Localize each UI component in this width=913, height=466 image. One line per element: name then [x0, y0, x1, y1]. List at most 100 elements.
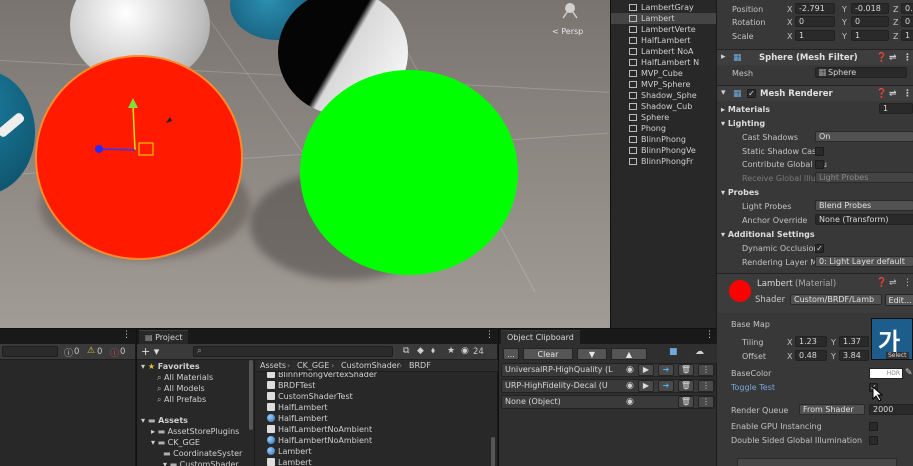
- preset-icon[interactable]: ⇌: [889, 86, 897, 102]
- hierarchy-item[interactable]: LambertVerte: [611, 24, 716, 35]
- assets-header[interactable]: ▾ ▬ Assets: [141, 415, 188, 426]
- axis-x-label[interactable]: X: [787, 350, 792, 363]
- play-icon[interactable]: ▶: [638, 380, 654, 392]
- hierarchy-item[interactable]: LambertGray: [611, 2, 716, 13]
- context-menu-icon[interactable]: ⋮: [903, 86, 912, 102]
- hierarchy-item[interactable]: MVP_Cube: [611, 68, 716, 79]
- render-queue-dropdown[interactable]: From Shader: [799, 404, 865, 415]
- axis-z-label[interactable]: Z: [893, 16, 898, 29]
- file-item[interactable]: BlinnPhongVertexShader: [267, 372, 377, 380]
- double-sided-gi-checkbox[interactable]: [869, 436, 878, 445]
- error-icon[interactable]: ⓘ: [110, 346, 119, 359]
- tiling-x-field[interactable]: 1.23: [795, 336, 827, 347]
- tiling-y-field[interactable]: 1.37: [839, 336, 869, 347]
- collapse-arrow-icon[interactable]: ▾: [721, 85, 726, 101]
- lighting-foldout[interactable]: ▾ Lighting: [721, 117, 765, 130]
- offset-y-field[interactable]: 3.84: [839, 350, 869, 361]
- materials-count-field[interactable]: 1: [879, 103, 913, 114]
- clipboard-entry[interactable]: URP-HighFidelity-Decal (U ◉ ▶ ➔ 🗑 ⋮: [501, 379, 715, 393]
- position-z-field[interactable]: 0.68: [901, 3, 913, 14]
- file-item[interactable]: HalfLambertNoAmbient: [267, 435, 372, 446]
- help-icon[interactable]: ❓: [876, 278, 887, 288]
- tree-folder-item[interactable]: ▸ ▬ AssetStorePlugins: [151, 426, 239, 437]
- gpu-instancing-checkbox[interactable]: [869, 422, 878, 431]
- label-filter-icon[interactable]: ◆: [417, 346, 424, 356]
- file-item[interactable]: HalfLambert: [267, 413, 328, 424]
- axis-y-label[interactable]: Y: [831, 350, 836, 363]
- hierarchy-item[interactable]: BlinnPhongVe: [611, 145, 716, 156]
- preset-icon[interactable]: ⇌: [889, 278, 897, 288]
- axis-x-label[interactable]: X: [787, 30, 792, 43]
- axis-x-label[interactable]: X: [787, 3, 792, 16]
- materials-row[interactable]: ▸ Materials 1: [717, 103, 913, 116]
- axis-x-label[interactable]: X: [787, 336, 792, 349]
- render-queue-field[interactable]: 2000: [869, 404, 913, 415]
- axis-y-label[interactable]: Y: [842, 30, 847, 43]
- axis-y-label[interactable]: Y: [842, 16, 847, 29]
- file-item[interactable]: Lambert: [267, 446, 312, 457]
- hidden-packages-icon[interactable]: ◉: [461, 346, 469, 356]
- camera-icon[interactable]: ■: [669, 347, 678, 357]
- ping-icon[interactable]: ➔: [658, 364, 674, 376]
- green-sphere[interactable]: [300, 70, 518, 275]
- rotation-x-field[interactable]: 0: [795, 16, 835, 27]
- mesh-field[interactable]: Sphere: [815, 67, 907, 78]
- axis-z-label[interactable]: Z: [893, 3, 898, 16]
- move-gizmo[interactable]: [90, 95, 180, 165]
- axis-z-label[interactable]: Z: [893, 30, 898, 43]
- context-menu-icon[interactable]: ⋮: [705, 330, 714, 340]
- menu-icon[interactable]: ⋮: [698, 364, 714, 376]
- hierarchy-item[interactable]: HalfLambert N: [611, 57, 716, 68]
- breadcrumb-item[interactable]: CustomShader: [341, 360, 400, 371]
- file-item[interactable]: CustomShaderTest: [267, 391, 353, 402]
- file-item[interactable]: HalfLambert: [267, 402, 328, 413]
- ping-icon[interactable]: ➔: [658, 380, 674, 392]
- tree-folder-item[interactable]: ▬ CoordinateSyster: [163, 448, 242, 459]
- edit-shader-button[interactable]: Edit...: [885, 294, 913, 306]
- hierarchy-item[interactable]: Phong: [611, 123, 716, 134]
- hierarchy-item[interactable]: Lambert: [611, 13, 716, 24]
- scale-y-field[interactable]: 1: [851, 30, 889, 41]
- light-probes-dropdown[interactable]: Blend Probes: [815, 200, 913, 211]
- base-color-swatch[interactable]: HDR: [869, 368, 903, 379]
- add-component-button[interactable]: [737, 458, 897, 466]
- additional-settings-row[interactable]: ▾ Additional Settings: [717, 228, 913, 241]
- mesh-renderer-enabled-checkbox[interactable]: ✓: [747, 89, 756, 98]
- dynamic-occlusion-checkbox[interactable]: ✓: [815, 244, 824, 253]
- tree-scrollbar[interactable]: [249, 360, 253, 430]
- hierarchy-item[interactable]: MVP_Sphere: [611, 79, 716, 90]
- file-item[interactable]: BRDFTest: [267, 380, 315, 391]
- rotation-z-field[interactable]: 0: [901, 16, 913, 27]
- contribute-gi-checkbox[interactable]: [815, 160, 824, 169]
- breadcrumb-item[interactable]: BRDF: [409, 360, 431, 371]
- hierarchy-item[interactable]: BlinnPhong: [611, 134, 716, 145]
- clipboard-entry[interactable]: None (Object) ◉ 🗑 ⋮: [501, 395, 715, 409]
- additional-settings-foldout[interactable]: ▾ Additional Settings: [721, 228, 815, 241]
- delete-icon[interactable]: 🗑: [678, 396, 694, 408]
- shader-dropdown[interactable]: Custom/BRDF/Lamb: [790, 294, 882, 305]
- hierarchy-item[interactable]: Sphere: [611, 112, 716, 123]
- position-y-field[interactable]: -0.018: [851, 3, 889, 14]
- cast-shadows-dropdown[interactable]: On: [815, 131, 913, 142]
- move-up-button[interactable]: ▲: [611, 348, 647, 360]
- delete-icon[interactable]: 🗑: [678, 364, 694, 376]
- file-scrollbar[interactable]: [491, 437, 495, 466]
- axis-y-label[interactable]: Y: [842, 3, 847, 16]
- breadcrumb-item[interactable]: Assets: [260, 360, 286, 371]
- scale-z-field[interactable]: 1: [901, 30, 913, 41]
- object-picker-icon[interactable]: ◉: [626, 365, 634, 375]
- clipboard-entry[interactable]: UniversalRP-HighQuality (L ◉ ▶ ➔ 🗑 ⋮: [501, 363, 715, 377]
- delete-icon[interactable]: 🗑: [678, 380, 694, 392]
- persp-label[interactable]: < Persp: [552, 27, 583, 36]
- favorites-header[interactable]: ▾ ★ Favorites: [141, 361, 200, 372]
- tag-icon[interactable]: ⬧: [431, 346, 435, 356]
- mesh-renderer-header[interactable]: ▾ ▦ ✓ Mesh Renderer ❓ ⇌ ⋮: [717, 85, 913, 101]
- favorite-item[interactable]: ⌕ All Materials: [157, 372, 213, 383]
- scale-x-field[interactable]: 1: [795, 30, 835, 41]
- probes-foldout[interactable]: ▾ Probes: [721, 186, 759, 199]
- cloud-icon[interactable]: ☁: [695, 347, 704, 357]
- context-menu-icon[interactable]: ⋮: [485, 330, 494, 340]
- axis-x-label[interactable]: X: [787, 16, 792, 29]
- console-search-input[interactable]: [2, 346, 58, 357]
- expand-arrow-icon[interactable]: ▸: [721, 49, 726, 65]
